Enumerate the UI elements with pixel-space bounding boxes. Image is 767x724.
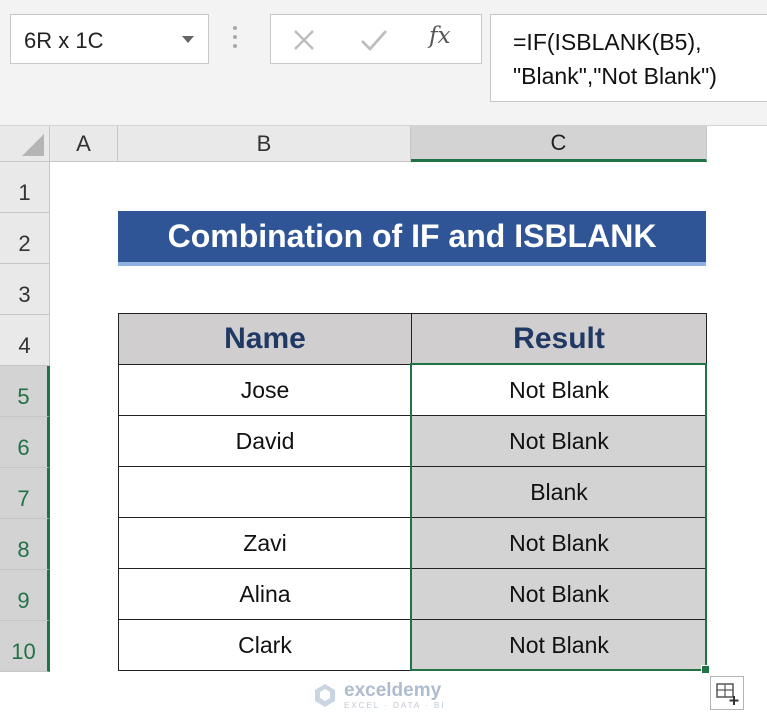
name-box-value: 6R x 1C bbox=[24, 28, 104, 53]
formula-text-line-1: =IF(ISBLANK(B5), bbox=[513, 29, 702, 55]
quick-analysis-icon bbox=[716, 683, 739, 705]
watermark-name: exceldemy bbox=[344, 679, 442, 701]
column-header-c[interactable]: C bbox=[411, 126, 707, 162]
row-header-10[interactable]: 10 bbox=[0, 621, 50, 672]
select-all-triangle-icon bbox=[22, 134, 44, 156]
result-cell[interactable]: Not Blank bbox=[411, 517, 707, 569]
name-cell[interactable]: Clark bbox=[118, 619, 412, 671]
checkmark-icon[interactable] bbox=[357, 25, 391, 55]
row-header-1[interactable]: 1 bbox=[0, 162, 50, 213]
chevron-down-icon[interactable] bbox=[182, 36, 194, 43]
row-header-2[interactable]: 2 bbox=[0, 213, 50, 264]
result-cell[interactable]: Not Blank bbox=[411, 619, 707, 671]
header-cell-result[interactable]: Result bbox=[411, 313, 707, 365]
vertical-dots-icon[interactable] bbox=[232, 26, 238, 52]
watermark: exceldemy EXCEL · DATA · BI bbox=[312, 678, 445, 712]
column-header-b[interactable]: B bbox=[118, 126, 411, 162]
cancel-icon[interactable] bbox=[289, 25, 319, 55]
row-header-8[interactable]: 8 bbox=[0, 519, 50, 570]
fill-handle[interactable] bbox=[701, 665, 710, 674]
row-header-4[interactable]: 4 bbox=[0, 315, 50, 366]
quick-analysis-button[interactable] bbox=[710, 676, 744, 710]
watermark-tagline: EXCEL · DATA · BI bbox=[344, 700, 446, 710]
formula-text-line-2: "Blank","Not Blank") bbox=[513, 63, 717, 89]
result-cell[interactable]: Not Blank bbox=[411, 415, 707, 467]
name-cell[interactable]: Zavi bbox=[118, 517, 412, 569]
name-box[interactable]: 6R x 1C bbox=[10, 14, 209, 64]
row-header-7[interactable]: 7 bbox=[0, 468, 50, 519]
row-header-6[interactable]: 6 bbox=[0, 417, 50, 468]
formula-input[interactable]: =IF(ISBLANK(B5), "Blank","Not Blank") bbox=[490, 14, 767, 102]
name-cell[interactable]: Alina bbox=[118, 568, 412, 620]
result-cell[interactable]: Not Blank bbox=[411, 364, 707, 416]
row-header-9[interactable]: 9 bbox=[0, 570, 50, 621]
exceldemy-logo-icon bbox=[315, 684, 335, 707]
select-all-button[interactable] bbox=[0, 126, 50, 162]
name-cell[interactable]: Jose bbox=[118, 364, 412, 416]
result-cell[interactable]: Blank bbox=[411, 466, 707, 518]
title-banner[interactable]: Combination of IF and ISBLANK bbox=[118, 211, 706, 266]
formula-bar-buttons: fx bbox=[270, 14, 482, 64]
column-header-a[interactable]: A bbox=[50, 126, 118, 162]
name-cell[interactable]: David bbox=[118, 415, 412, 467]
formula-bar-area: 6R x 1C fx =IF(ISBLANK(B5), "Blank","Not… bbox=[0, 0, 767, 126]
row-header-3[interactable]: 3 bbox=[0, 264, 50, 315]
name-cell[interactable] bbox=[118, 466, 412, 518]
row-header-5[interactable]: 5 bbox=[0, 366, 50, 417]
result-cell[interactable]: Not Blank bbox=[411, 568, 707, 620]
header-cell-name[interactable]: Name bbox=[118, 313, 412, 365]
insert-function-icon[interactable]: fx bbox=[429, 23, 450, 49]
